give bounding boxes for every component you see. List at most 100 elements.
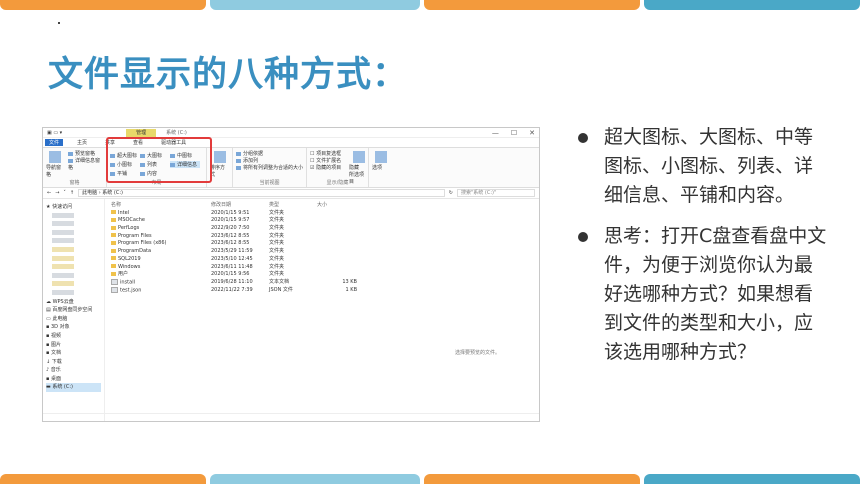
recent-dropdown-icon[interactable]: ˅ — [63, 190, 66, 196]
cell-date: 2023/5/29 11:59 — [211, 248, 253, 255]
show-hide-caption: 显示/隐藏 — [326, 180, 349, 186]
nav-documents[interactable]: ▪ 文档 — [46, 349, 101, 358]
cell-size — [317, 210, 357, 218]
cell-date: 2020/1/15 9:51 — [211, 209, 250, 216]
nav-desktop[interactable]: ▪ 桌面 — [46, 375, 101, 384]
refresh-icon[interactable]: ↻ — [449, 190, 453, 196]
nav-system-c[interactable]: ▬ 系统 (C:) — [46, 383, 101, 393]
nav-blurred-item[interactable] — [46, 220, 101, 229]
options-button[interactable]: 选项 — [372, 151, 390, 171]
cell-type: JSON 文件 — [269, 286, 293, 293]
fit-columns-icon — [236, 165, 241, 170]
forward-icon[interactable]: → — [55, 190, 59, 196]
bullet-item: 超大图标、大图标、中等图标、小图标、列表、详细信息、平铺和内容。 — [578, 123, 828, 210]
nav-3d-objects[interactable]: ▪ 3D 对象 — [46, 323, 101, 332]
cell-date: 2023/6/12 8:55 — [211, 240, 250, 247]
path-field[interactable]: 此电脑 › 系统 (C:) — [78, 189, 445, 197]
preview-pane-button[interactable]: 预览窗格 — [67, 150, 103, 157]
nav-blurred-item[interactable] — [46, 289, 101, 298]
blurred-label — [52, 264, 74, 270]
current-view-group: 分组依据 添加列 将所有列调整为合适的大小 当前视图 — [233, 148, 307, 187]
column-name[interactable]: 名称 — [111, 202, 211, 210]
cell-name: ProgramData — [111, 248, 211, 256]
bullet-dot — [578, 133, 588, 143]
nav-blurred-item[interactable] — [46, 255, 101, 264]
blurred-label — [52, 238, 74, 244]
group-by-icon — [236, 151, 241, 156]
table-row[interactable]: test.json 2022/11/22 7:39 JSON 文件 1 KB — [111, 287, 533, 295]
nav-music[interactable]: ♪ 音乐 — [46, 366, 101, 375]
group-by-button[interactable]: 分组依据 — [236, 150, 303, 157]
quick-access-toolbar-icon[interactable]: ▣ ▭ ▾ — [47, 130, 62, 136]
nav-this-pc[interactable]: ▭ 此电脑 — [46, 315, 101, 324]
tab-file[interactable]: 文件 — [45, 139, 64, 146]
nav-blurred-item[interactable] — [46, 237, 101, 246]
table-row[interactable]: 用户 2020/1/15 9:56 文件夹 — [111, 271, 533, 279]
options-icon — [375, 151, 387, 163]
table-row[interactable]: install 2019/6/28 11:10 文本文档 13 KB — [111, 279, 533, 287]
cell-name: Intel — [111, 210, 211, 218]
table-row[interactable]: SQL2019 2023/5/10 12:45 文件夹 — [111, 256, 533, 264]
cell-size — [317, 240, 357, 248]
maximize-button[interactable]: ☐ — [511, 129, 517, 137]
bullet-dot — [578, 232, 588, 242]
table-row[interactable]: Windows 2023/6/11 11:48 文件夹 — [111, 264, 533, 272]
blurred-label — [52, 229, 74, 235]
cell-type: 文件夹 — [269, 248, 285, 255]
add-column-button[interactable]: 添加列 — [236, 157, 303, 164]
cell-name: MSOCache — [111, 217, 211, 225]
nav-downloads[interactable]: ↓ 下载 — [46, 358, 101, 367]
status-bar — [43, 413, 539, 421]
cell-date: 2023/6/12 8:55 — [211, 232, 250, 239]
layout-highlight-box — [106, 137, 212, 183]
nav-quick-access[interactable]: ★ 快速访问 — [46, 203, 101, 212]
nav-blurred-item[interactable] — [46, 246, 101, 255]
details-pane-button[interactable]: 详细信息窗格 — [67, 157, 103, 171]
column-type[interactable]: 类型 — [269, 202, 317, 210]
search-input[interactable]: 搜索"系统 (C:)" — [457, 189, 535, 197]
close-button[interactable]: ✕ — [529, 129, 535, 137]
nav-blurred-item[interactable] — [46, 272, 101, 281]
nav-videos[interactable]: ▪ 视频 — [46, 332, 101, 341]
cell-date: 2020/1/15 9:56 — [211, 271, 250, 278]
nav-blurred-item[interactable] — [46, 229, 101, 238]
cell-name: test.json — [111, 287, 211, 295]
cell-date: 2023/6/11 11:48 — [211, 263, 253, 270]
cell-name: 用户 — [111, 271, 211, 279]
cell-name: PerfLogs — [111, 225, 211, 233]
slide-title: 文件显示的八种方式： — [48, 55, 409, 95]
column-size[interactable]: 大小 — [317, 202, 357, 210]
blurred-label — [52, 272, 74, 278]
up-icon[interactable]: ↑ — [70, 190, 74, 196]
column-date[interactable]: 修改日期 — [211, 202, 269, 210]
nav-pictures[interactable]: ▪ 图片 — [46, 341, 101, 350]
table-row[interactable]: ProgramData 2023/5/29 11:59 文件夹 — [111, 248, 533, 256]
cell-date: 2022/9/20 7:50 — [211, 225, 250, 232]
cell-date: 2023/5/10 12:45 — [211, 255, 253, 262]
fit-columns-button[interactable]: 将所有列调整为合适的大小 — [236, 164, 303, 171]
nav-pane-button[interactable]: 导航窗格 — [46, 150, 65, 178]
back-icon[interactable]: ← — [47, 190, 51, 196]
nav-wps-cloud[interactable]: ☁ WPS云盘 — [46, 298, 101, 307]
table-row[interactable]: Program Files 2023/6/12 8:55 文件夹 — [111, 233, 533, 241]
cell-size — [317, 264, 357, 272]
nav-blurred-item[interactable] — [46, 212, 101, 221]
nav-blurred-item[interactable] — [46, 263, 101, 272]
table-row[interactable]: MSOCache 2020/1/15 9:57 文件夹 — [111, 217, 533, 225]
table-row[interactable]: Intel 2020/1/15 9:51 文件夹 — [111, 210, 533, 218]
cell-type: 文件夹 — [269, 217, 285, 224]
blurred-label — [52, 246, 74, 252]
nav-baidu-sync[interactable]: ▤ 百度网盘同步空间 — [46, 306, 101, 315]
minimize-button[interactable]: — — [492, 129, 499, 137]
sort-button[interactable]: 排序方式 — [210, 151, 229, 178]
decor-dot — [58, 22, 60, 24]
blurred-label — [52, 281, 74, 287]
explorer-window: ▣ ▭ ▾ 管理 系统 (C:) — ☐ ✕ 文件 主页 共享 查看 驱动器工具… — [42, 127, 540, 422]
nav-blurred-item[interactable] — [46, 280, 101, 289]
cell-size — [317, 225, 357, 233]
table-row[interactable]: Program Files (x86) 2023/6/12 8:55 文件夹 — [111, 240, 533, 248]
context-tab-manage[interactable]: 管理 — [126, 128, 157, 137]
cell-size — [317, 233, 357, 241]
tab-home[interactable]: 主页 — [73, 139, 91, 146]
table-row[interactable]: PerfLogs 2022/9/20 7:50 文件夹 — [111, 225, 533, 233]
